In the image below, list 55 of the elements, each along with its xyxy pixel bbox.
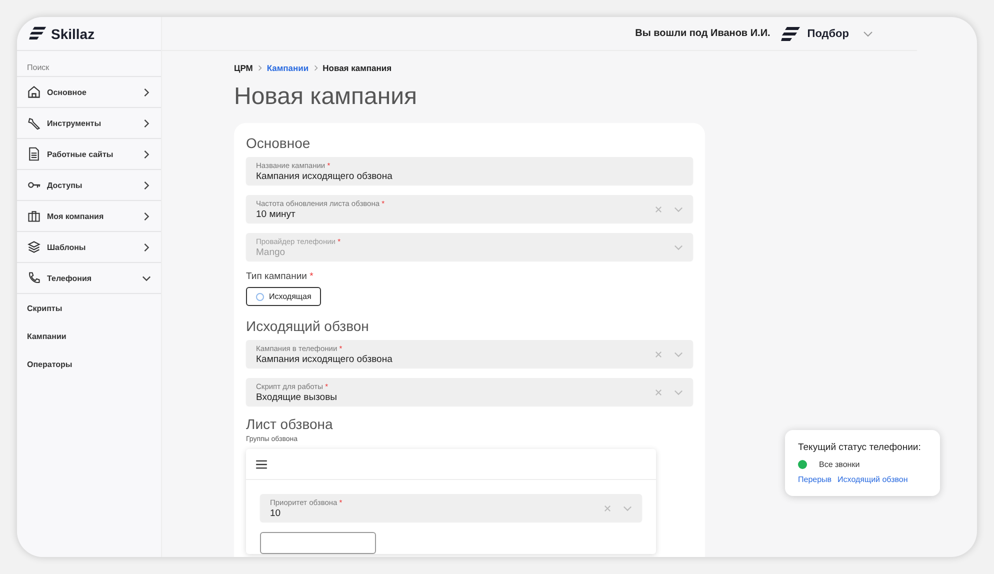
menu-item-icon [27, 147, 41, 161]
section-title: Исходящий обзвон [246, 318, 370, 334]
menu-item-icon [27, 85, 41, 99]
chevron-right-icon [142, 118, 151, 128]
menu-item-icon [27, 116, 41, 130]
page-title: Новая кампания [234, 83, 418, 111]
sidebar-subitem[interactable]: Скрипты [17, 294, 161, 322]
sidebar-item[interactable]: Работные сайты [17, 139, 161, 170]
clear-icon[interactable] [655, 350, 662, 358]
popup-title: Текущий статус телефонии: [798, 442, 922, 453]
option-box[interactable] [260, 532, 376, 554]
section-title: Основное [246, 135, 312, 151]
radio-option[interactable]: Исходящая [246, 287, 322, 306]
user-text: Вы вошли под Иванов И.И. [635, 28, 770, 39]
menu-item-icon [27, 240, 41, 254]
chevron-right-icon [142, 88, 151, 96]
chevron-right-icon [142, 242, 151, 252]
chevron-right-icon [142, 180, 151, 190]
sidebar-item[interactable]: Основное [17, 77, 161, 108]
breadcrumb-item: Новая кампания [322, 63, 392, 73]
sidebar-item[interactable]: Телефония [17, 263, 161, 294]
menu-item-icon [27, 209, 41, 223]
chevron-right-icon [142, 150, 151, 158]
brand-name: Skillaz [51, 26, 95, 42]
status-label: Все звонки [819, 460, 860, 469]
clear-icon[interactable] [655, 206, 662, 212]
menu-icon[interactable] [256, 460, 267, 468]
sidebar-item[interactable]: Инструменты [17, 108, 161, 139]
sidebar-item[interactable]: Шаблоны [17, 232, 161, 263]
product-name[interactable]: Подбор [807, 28, 849, 40]
section-title: Лист обзвона [246, 416, 334, 432]
sidebar-item[interactable]: Доступы [17, 170, 161, 201]
chevron-right-icon [256, 65, 263, 71]
search-field[interactable]: Поиск [17, 51, 161, 77]
chevron-down-icon[interactable] [674, 388, 683, 396]
breadcrumb-link[interactable]: Кампании [266, 63, 309, 73]
clear-icon[interactable] [655, 388, 662, 396]
status-link[interactable]: Исходящий обзвон [838, 475, 908, 484]
chevron-right-icon [312, 65, 319, 71]
menu-item-icon [27, 271, 41, 285]
field-label: Тип кампании * [246, 271, 314, 282]
breadcrumb-item: ЦРМ [234, 63, 253, 73]
sidebar-subitem[interactable]: Операторы [17, 350, 161, 378]
chevron-down-icon[interactable] [674, 350, 683, 358]
chevron-down-icon[interactable] [623, 504, 632, 512]
logo-icon [29, 26, 47, 41]
chevron-right-icon [142, 212, 151, 220]
sidebar-item[interactable]: Моя компания [17, 201, 161, 232]
clear-icon[interactable] [604, 504, 611, 512]
status-link[interactable]: Перерыв [798, 475, 832, 484]
chevron-down-icon [142, 274, 151, 282]
chevron-down-icon[interactable] [674, 204, 683, 214]
sidebar-subitem[interactable]: Кампании [17, 322, 161, 350]
chevron-down-icon[interactable] [863, 28, 873, 38]
logo-icon [781, 26, 802, 42]
